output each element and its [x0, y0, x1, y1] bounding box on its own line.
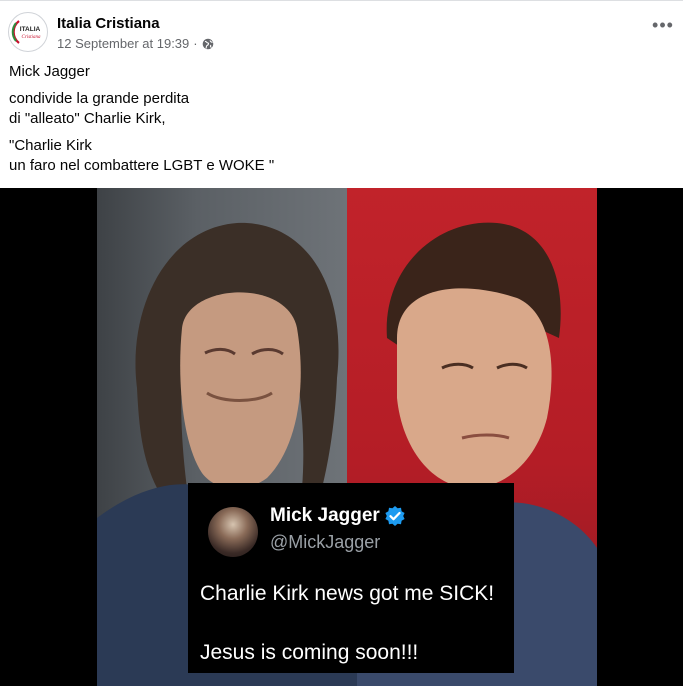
globe-icon[interactable] [202, 38, 214, 50]
post-text-line: condivide la grande perdita [9, 90, 190, 107]
italia-cristiana-logo: ITALIA Cristiana [11, 20, 41, 44]
tweet-handle: @MickJagger [270, 532, 381, 552]
post-image[interactable]: Mick Jagger @MickJagger Charlie Kirk new… [0, 188, 683, 686]
logo-text-top: ITALIA [20, 26, 41, 33]
post-text-line: Mick Jagger [9, 63, 90, 80]
meta-separator: · [193, 36, 198, 51]
post-text-line: di "alleato" Charlie Kirk, [9, 110, 166, 127]
embedded-tweet-card: Mick Jagger @MickJagger Charlie Kirk new… [188, 483, 514, 673]
page-avatar[interactable]: ITALIA Cristiana [8, 12, 48, 52]
post-text-line: un faro nel combattere LGBT e WOKE " [9, 157, 275, 174]
page-name-link[interactable]: Italia Cristiana [57, 15, 160, 32]
tweet-author-name: Mick Jagger [270, 505, 380, 526]
tweet-avatar [208, 507, 258, 557]
post-meta: 12 September at 19:39 · [57, 36, 214, 51]
more-options-icon[interactable]: ••• [651, 16, 675, 42]
post-header: ITALIA Cristiana Italia Cristiana 12 Sep… [8, 12, 675, 52]
tweet-text-line: Charlie Kirk news got me SICK! [200, 582, 495, 605]
divider [0, 0, 683, 1]
timestamp-link[interactable]: 12 September at 19:39 [57, 36, 189, 51]
logo-text-bottom: Cristiana [22, 35, 41, 40]
facebook-post: ITALIA Cristiana Italia Cristiana 12 Sep… [0, 0, 683, 686]
post-text-line: "Charlie Kirk [9, 137, 92, 154]
verified-badge-icon [384, 505, 406, 527]
tweet-author: Mick Jagger [270, 505, 406, 527]
tweet-text-line: Jesus is coming soon!!! [200, 641, 419, 664]
post-text: Mick Jagger condivide la grande perdita … [9, 62, 669, 183]
